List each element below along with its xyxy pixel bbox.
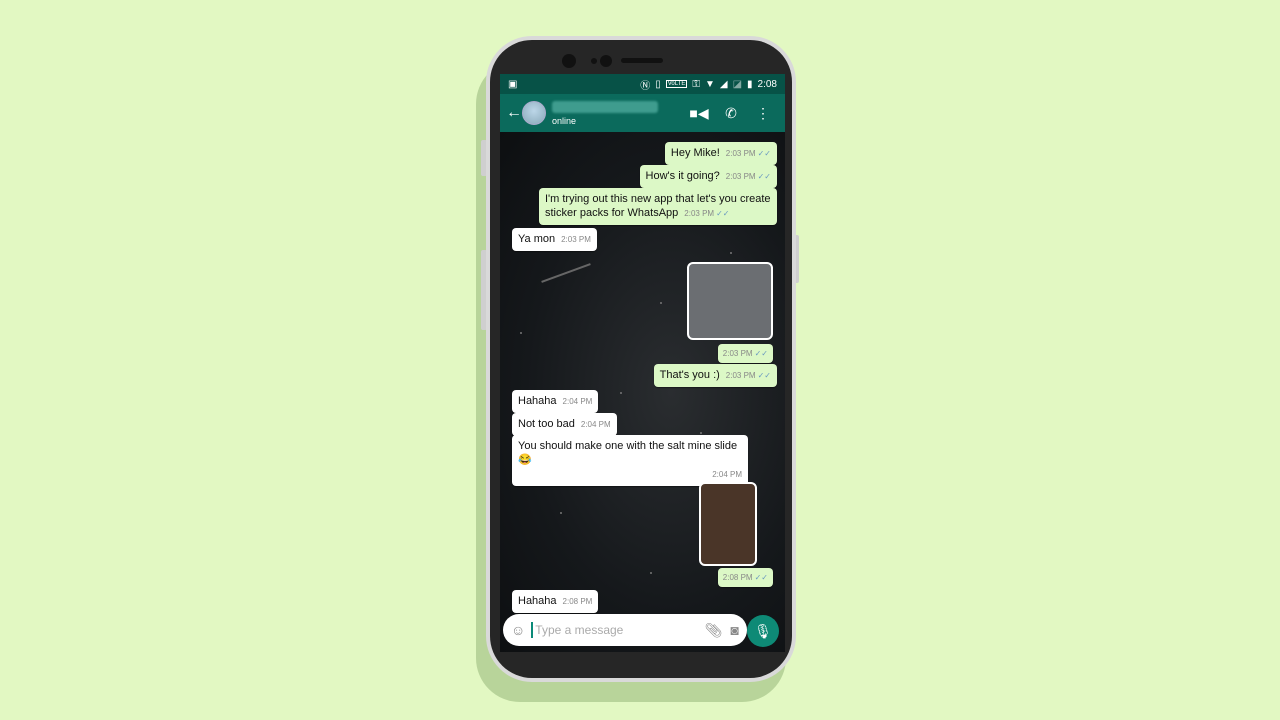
contact-name-blurred: [552, 100, 658, 113]
screen: ▣ Ⓝ ▯ VoLTE ⚿ ▼ ◢ ◪ ▮ 2:08 ← online ■◀ ✆…: [500, 74, 785, 652]
sticker-hoodie-man[interactable]: [687, 262, 773, 340]
mic-icon: 🎙︎: [754, 623, 772, 639]
earpiece: [621, 58, 663, 63]
message-incoming[interactable]: Hahaha 2:08 PM: [512, 590, 599, 613]
back-arrow-icon[interactable]: ←: [506, 104, 522, 122]
volte-icon: VoLTE: [665, 80, 688, 88]
camera: [562, 54, 576, 68]
contact-status: online: [552, 115, 577, 126]
message-incoming[interactable]: Not too bad 2:04 PM: [512, 413, 617, 436]
battery-icon: ▮: [747, 78, 753, 90]
message-incoming[interactable]: Ya mon 2:03 PM: [512, 228, 597, 251]
message-incoming[interactable]: Hahaha 2:04 PM: [512, 390, 599, 413]
phone: ▣ Ⓝ ▯ VoLTE ⚿ ▼ ◢ ◪ ▮ 2:08 ← online ■◀ ✆…: [486, 36, 796, 682]
video-call-icon[interactable]: ■◀: [683, 105, 715, 122]
avatar[interactable]: [522, 101, 546, 125]
message-outgoing[interactable]: I'm trying out this new app that let's y…: [539, 188, 777, 225]
sticker-timestamp: 2:03 PM ✓✓: [717, 344, 773, 363]
key-icon: ⚿: [692, 78, 700, 90]
message-input[interactable]: Type a message: [531, 622, 696, 638]
mic-button[interactable]: 🎙︎: [747, 615, 779, 647]
sticker-timestamp: 2:08 PM ✓✓: [717, 568, 773, 587]
message-input-bar[interactable]: ☺ Type a message 📎︎ ◙: [503, 614, 747, 646]
no-sim-icon: ◪: [732, 78, 743, 90]
emoji-icon[interactable]: ☺: [511, 622, 525, 638]
contact-info[interactable]: online: [552, 100, 683, 126]
message-outgoing[interactable]: That's you :) 2:03 PM ✓✓: [653, 364, 777, 387]
message-outgoing[interactable]: How's it going? 2:03 PM ✓✓: [639, 165, 777, 188]
sticker-slide[interactable]: [699, 482, 757, 566]
status-bar: ▣ Ⓝ ▯ VoLTE ⚿ ▼ ◢ ◪ ▮ 2:08: [500, 74, 785, 94]
shooting-star: [541, 263, 591, 283]
image-icon: ▣: [508, 78, 518, 90]
more-icon[interactable]: ⋮: [747, 105, 779, 122]
app-bar: ← online ■◀ ✆ ⋮: [500, 94, 785, 132]
wifi-icon: ▼: [704, 78, 715, 90]
phone-icon[interactable]: ✆: [715, 105, 747, 122]
message-outgoing[interactable]: Hey Mike! 2:03 PM ✓✓: [664, 142, 777, 165]
nfc-icon: Ⓝ: [640, 80, 651, 92]
sensor: [600, 55, 612, 67]
vibrate-icon: ▯: [655, 78, 661, 90]
chat-area: Hey Mike! 2:03 PM ✓✓ How's it going? 2:03 P…: [500, 132, 785, 652]
camera-icon[interactable]: ◙: [731, 622, 739, 638]
attach-icon[interactable]: 📎︎: [705, 622, 723, 639]
signal-icon: ◢: [719, 78, 728, 90]
message-incoming[interactable]: You should make one with the salt mine s…: [512, 435, 748, 486]
clock: 2:08: [757, 78, 777, 90]
sensor: [591, 58, 597, 64]
